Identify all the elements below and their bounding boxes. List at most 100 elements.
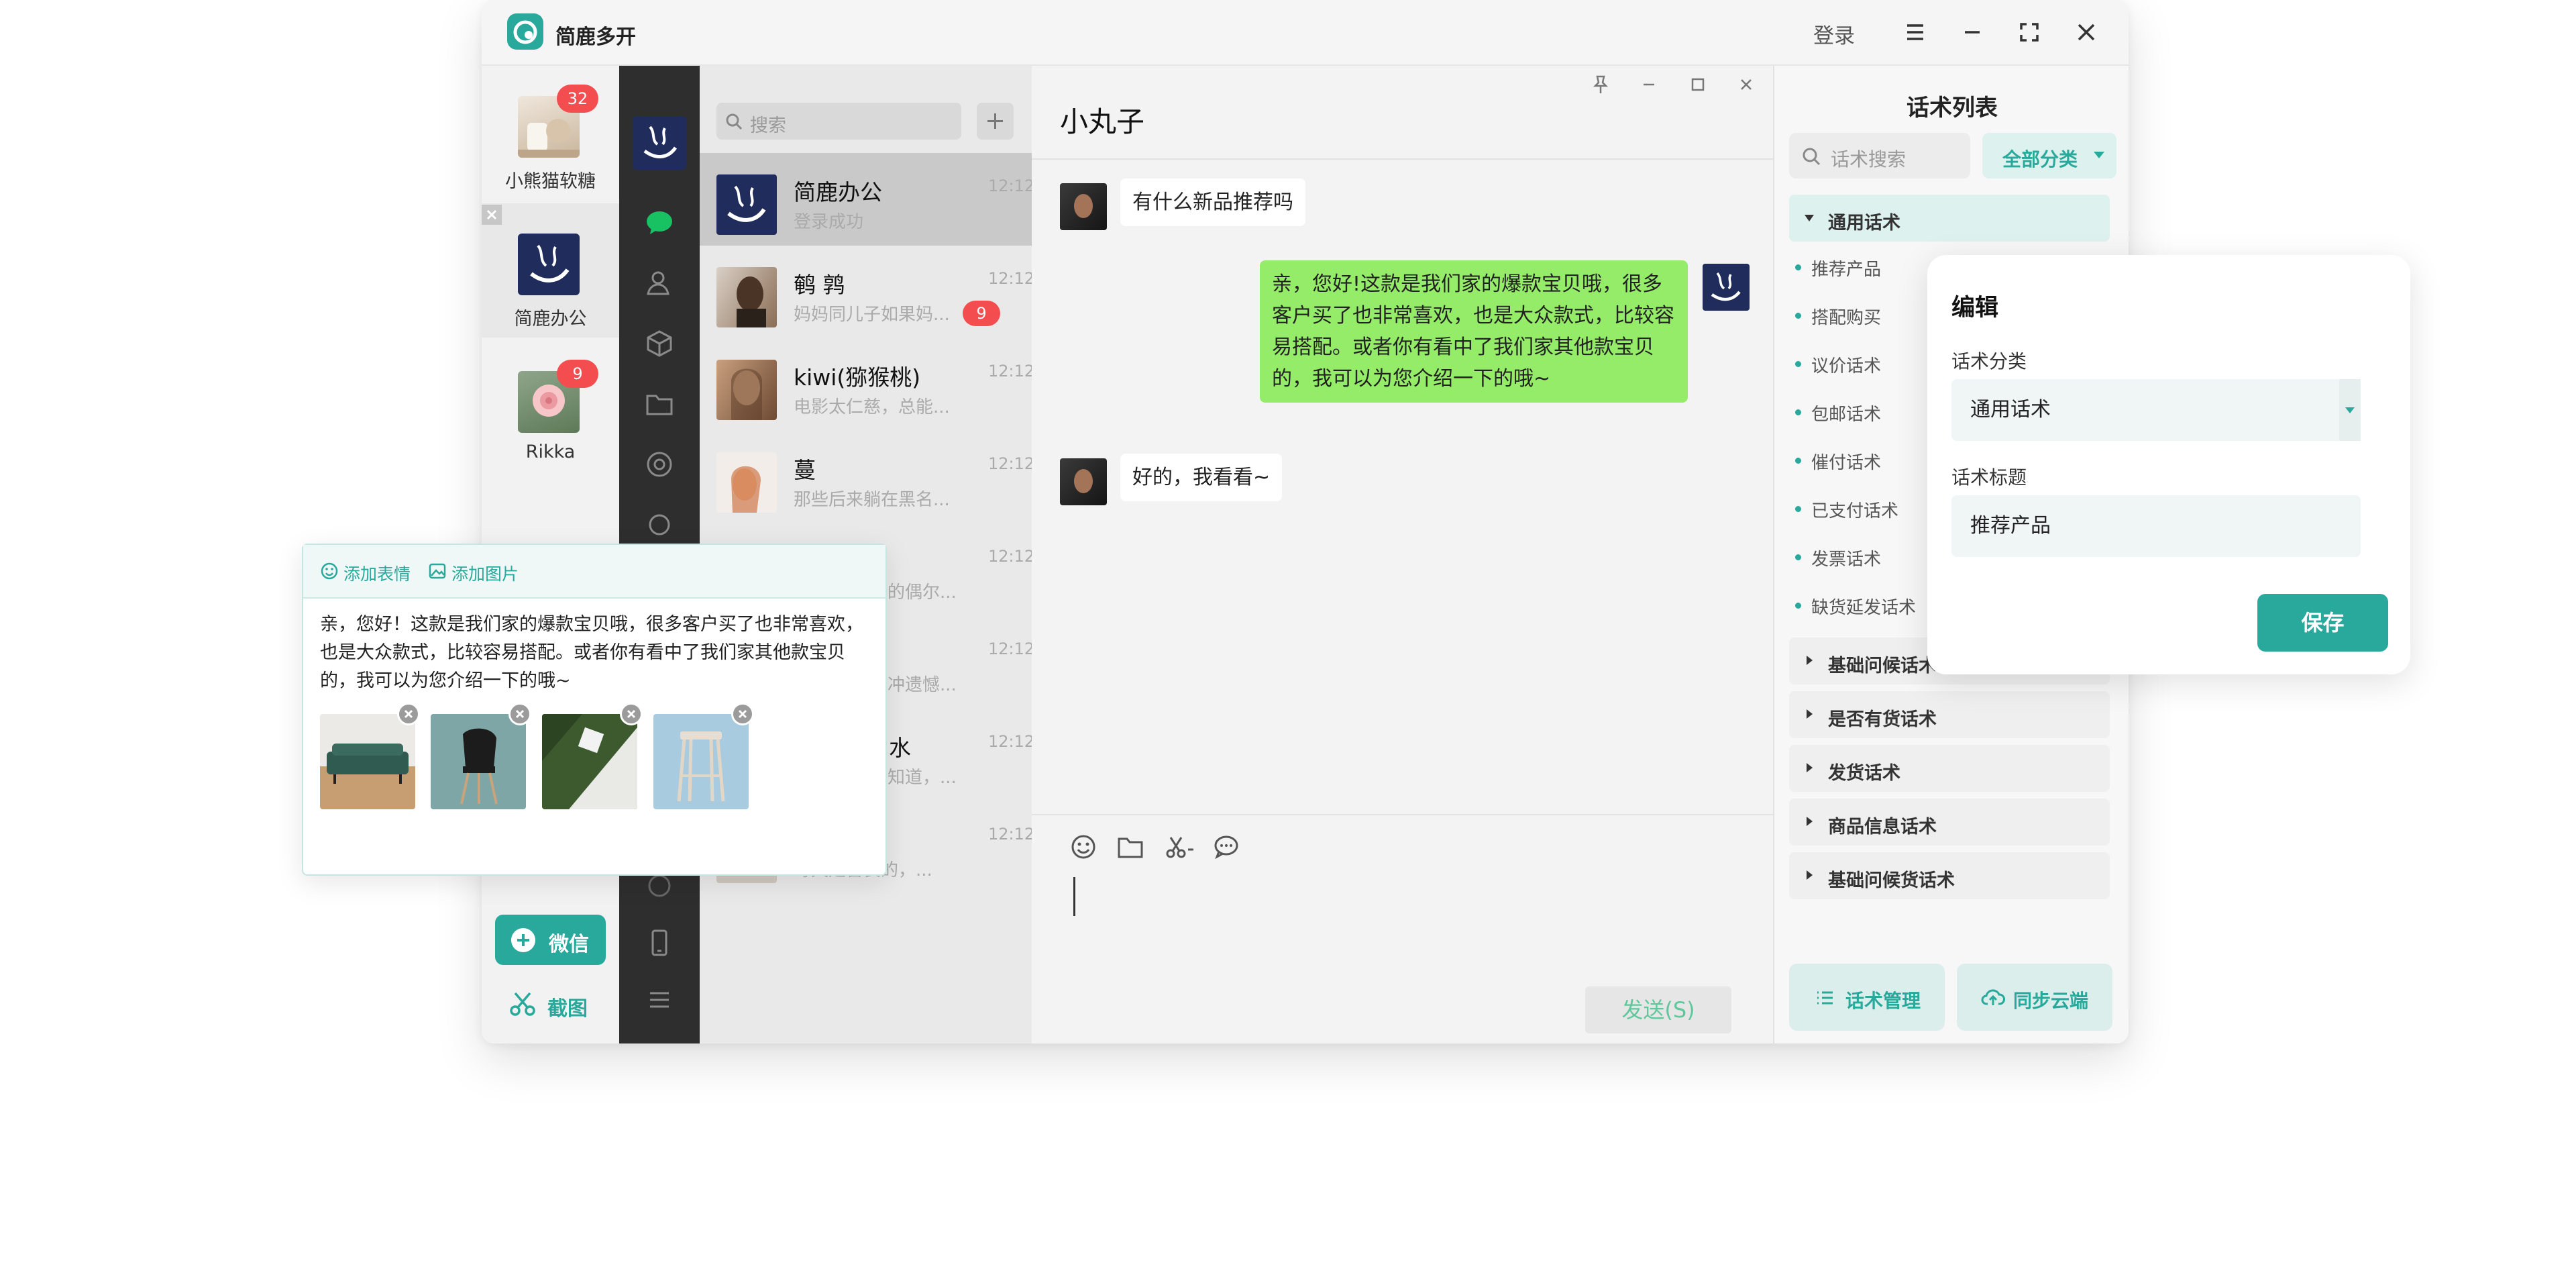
file-folder-icon[interactable]	[1116, 832, 1145, 862]
moments-icon[interactable]	[645, 450, 674, 479]
script-group-label: 基础问候话术	[1828, 656, 1937, 676]
category-field-label: 话术分类	[1951, 350, 2027, 372]
account-item[interactable]: 32 小熊猫软糖	[482, 66, 619, 200]
category-select[interactable]: 通用话术	[1951, 379, 2361, 441]
chat-preview: 的偶尔...	[888, 582, 957, 603]
script-item[interactable]: 推荐产品	[1794, 256, 1881, 280]
account-name: 简鹿办公	[514, 309, 587, 329]
scripts-search-input[interactable]: 话术搜索	[1789, 133, 1970, 178]
remove-account-icon[interactable]	[482, 205, 502, 225]
edit-script-panel: 编辑 话术分类 通用话术 话术标题 推荐产品 保存	[1927, 255, 2410, 674]
account-item[interactable]: 9 Rikka	[482, 341, 619, 475]
category-filter-dropdown[interactable]: 全部分类	[1982, 133, 2116, 178]
text-cursor	[1073, 877, 1075, 916]
app-window: 简鹿多开 登录 32 小熊猫软糖 简鹿办公 9 Rikka 微信 截图 搜索 简…	[482, 0, 2129, 1043]
chat-time: 12:12	[988, 362, 1035, 380]
window-maximize-icon[interactable]	[1686, 72, 1710, 97]
script-group[interactable]: 商品信息话术	[1789, 799, 2110, 846]
script-item[interactable]: 已支付话术	[1794, 497, 1898, 522]
add-emoji-button[interactable]: 添加表情	[319, 561, 411, 585]
mini-program-icon[interactable]	[645, 510, 674, 540]
script-item[interactable]: 催付话术	[1794, 449, 1881, 474]
script-item[interactable]: 搭配购买	[1794, 304, 1881, 329]
category-select-value: 通用话术	[1970, 398, 2051, 421]
chat-list-item[interactable]: kiwi(猕猴桃) 电影太仁慈，总能... 12:12	[700, 338, 1035, 431]
more-menu-icon[interactable]	[645, 985, 674, 1015]
chat-list-item[interactable]: 蔓 那些后来躺在黑名... 12:12	[700, 431, 1035, 523]
attached-image-abstract[interactable]	[542, 714, 637, 809]
chat-avatar	[716, 267, 777, 327]
account-item-active[interactable]: 简鹿办公	[482, 203, 619, 338]
fullscreen-icon[interactable]	[2013, 16, 2045, 48]
script-item[interactable]: 缺货延发话术	[1794, 594, 1916, 619]
chat-list-item[interactable]: 鹌 鹑 妈妈同儿子如果妈... 12:12 9	[700, 246, 1034, 338]
chat-name: 水	[889, 735, 911, 761]
search-icon	[1803, 148, 1821, 166]
script-group-label: 通用话术	[1828, 213, 1900, 234]
window-minimize-icon[interactable]	[1637, 72, 1661, 97]
app-logo-icon	[507, 13, 543, 50]
chat-list-item[interactable]: 简鹿办公 登录成功 12:12	[700, 153, 1034, 246]
plus-icon	[987, 113, 1003, 129]
chat-preview: 那些后来躺在黑名...	[794, 490, 950, 510]
attached-image-sofa[interactable]	[320, 714, 415, 809]
message-input-area[interactable]: 发送(S)	[1032, 814, 1773, 1043]
screenshot-scissors-icon[interactable]	[1163, 832, 1196, 862]
script-item[interactable]: 议价话术	[1794, 352, 1881, 377]
emoji-icon[interactable]	[1069, 832, 1098, 862]
script-group[interactable]: 发货话术	[1789, 745, 2110, 792]
chat-history-icon[interactable]	[1212, 832, 1241, 862]
window-close-icon[interactable]	[1734, 72, 1758, 97]
script-group[interactable]: 是否有货话术	[1789, 691, 2110, 738]
pin-icon[interactable]	[1589, 72, 1613, 97]
quick-reply-text[interactable]: 亲，您好！这款是我们家的爆款宝贝哦，很多客户买了也非常喜欢，也是大众款式，比较容…	[320, 611, 873, 695]
remove-image-icon[interactable]	[731, 703, 754, 725]
chat-time: 12:12	[988, 454, 1035, 473]
screenshot-button[interactable]: 截图	[508, 980, 602, 1027]
script-item[interactable]: 包邮话术	[1794, 401, 1881, 425]
conversation-panel: 小丸子 有什么新品推荐吗 亲，您好!这款是我们家的爆款宝贝哦，很多客户买了也非常…	[1032, 66, 1773, 1043]
quick-reply-toolbar: 添加表情 添加图片	[303, 545, 885, 599]
add-wechat-button[interactable]: 微信	[495, 915, 606, 965]
chat-preview: 知道，...	[888, 768, 957, 788]
contacts-icon[interactable]	[645, 268, 674, 298]
chat-time: 12:12	[988, 547, 1035, 566]
search-icon	[726, 113, 743, 130]
script-group-open[interactable]: 通用话术	[1789, 195, 2110, 242]
sync-cloud-button[interactable]: 同步云端	[1957, 964, 2112, 1031]
scripts-search-placeholder: 话术搜索	[1831, 148, 1907, 170]
edit-panel-title: 编辑	[1951, 295, 1999, 321]
attached-image-stool[interactable]	[653, 714, 749, 809]
chat-preview: 妈妈同儿子如果妈...	[794, 305, 950, 325]
chat-icon[interactable]	[645, 208, 674, 238]
manage-scripts-button[interactable]: 话术管理	[1789, 964, 1945, 1031]
script-group[interactable]: 基础问候货话术	[1789, 852, 2110, 899]
favorites-box-icon[interactable]	[645, 329, 674, 358]
title-input[interactable]: 推荐产品	[1951, 495, 2361, 557]
remove-image-icon[interactable]	[620, 703, 643, 725]
add-image-button[interactable]: 添加图片	[427, 561, 519, 585]
phone-icon[interactable]	[645, 928, 674, 958]
script-group-label: 发货话术	[1828, 763, 1900, 784]
close-icon[interactable]	[2070, 16, 2102, 48]
contact-avatar	[1060, 183, 1107, 230]
remove-image-icon[interactable]	[508, 703, 531, 725]
send-button[interactable]: 发送(S)	[1585, 986, 1731, 1033]
title-field-label: 话术标题	[1951, 466, 2027, 489]
add-chat-button[interactable]	[977, 103, 1014, 140]
save-button[interactable]: 保存	[2257, 594, 2388, 652]
add-emoji-label: 添加表情	[343, 564, 411, 584]
chat-preview: 登录成功	[794, 212, 864, 232]
remove-image-icon[interactable]	[397, 703, 420, 725]
attached-image-chair[interactable]	[431, 714, 526, 809]
minimize-icon[interactable]	[1956, 16, 1988, 48]
chat-search-input[interactable]: 搜索	[716, 103, 961, 140]
folder-icon[interactable]	[645, 389, 674, 419]
script-item[interactable]: 发票话术	[1794, 546, 1881, 570]
profile-avatar[interactable]	[633, 116, 686, 170]
login-link[interactable]: 登录	[1813, 19, 1855, 49]
category-filter-label: 全部分类	[2002, 148, 2078, 170]
menu-icon[interactable]	[1899, 16, 1931, 48]
image-icon	[429, 563, 446, 579]
plus-circle-icon	[511, 928, 535, 952]
